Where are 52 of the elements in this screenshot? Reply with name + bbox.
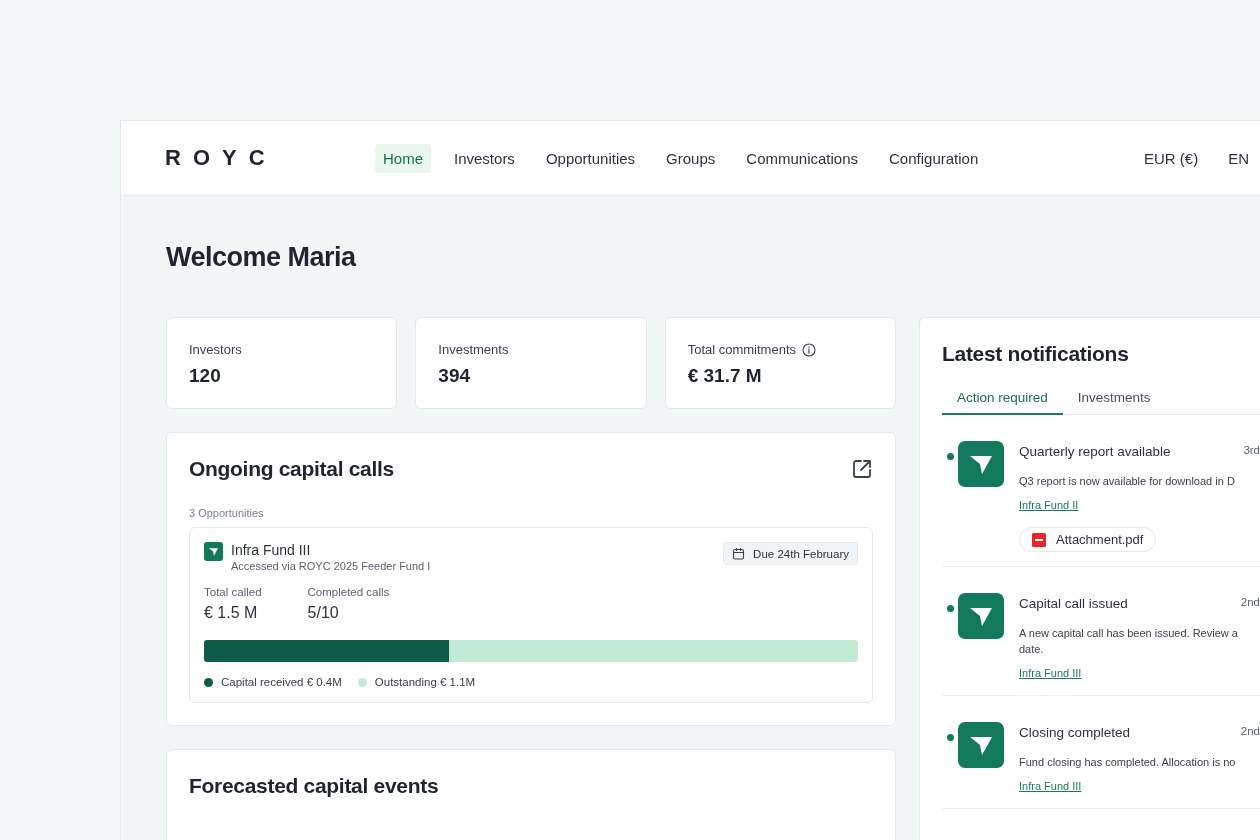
notification-title: Capital call issued [1019, 596, 1128, 611]
fund-access: Accessed via ROYC 2025 Feeder Fund I [231, 560, 431, 572]
notification-text: A new capital call has been issued. Review a date. [1019, 626, 1239, 657]
notification-date: 3rd [1243, 444, 1260, 458]
card-title: Ongoing capital calls [189, 457, 394, 481]
calendar-icon [732, 547, 746, 560]
fund-logo-icon [958, 722, 1004, 768]
attachment-chip[interactable]: Attachment.pdf [1019, 527, 1157, 552]
metric-label: Total called [204, 586, 262, 598]
notification-text: Fund closing has completed. Allocation is no [1019, 755, 1237, 770]
stat-label: Total commitments [687, 342, 797, 357]
card-title: Forecasted capital events [189, 774, 440, 798]
nav-link[interactable]: Communications [738, 143, 866, 173]
stat-label: Investors [189, 342, 242, 357]
notification-date: 2nd [1240, 725, 1260, 739]
fund-logo-icon [958, 441, 1004, 487]
stat-value: 394 [438, 365, 472, 387]
metric-label: Completed calls [307, 586, 390, 598]
stat-value: 120 [189, 365, 222, 387]
external-link-icon[interactable] [851, 458, 873, 480]
page-title: Welcome Maria [166, 242, 358, 273]
notification-tab[interactable]: Action required [942, 386, 1063, 415]
legend-label: Capital received € 0.4M [221, 676, 342, 688]
notification-date: 2nd [1240, 596, 1260, 610]
notification-title: Quarterly report available [1019, 444, 1171, 459]
fund-link[interactable]: Infra Fund II [1019, 499, 1079, 511]
notification-tab[interactable]: Investments [1062, 386, 1166, 415]
fund-link[interactable]: Infra Fund III [1019, 667, 1082, 679]
stat-label: Investments [438, 342, 509, 357]
capital-call-card[interactable]: Infra Fund III Accessed via ROYC 2025 Feeder Fund I Due 24th February Total called € 1.5 M Completed calls 5/10 Capital received € 0.4M Outstanding € 1.1M [189, 527, 873, 703]
nav-link[interactable]: Investors [446, 143, 523, 173]
fund-link[interactable]: Infra Fund III [1019, 780, 1082, 792]
stat-value: € 31.7 M [687, 365, 763, 387]
metric-value: € 1.5 M [204, 604, 259, 622]
fund-logo-icon [958, 593, 1004, 639]
nav-link[interactable]: Opportunities [537, 143, 644, 173]
logo: ROYC [165, 145, 278, 171]
nav-link[interactable]: Home [375, 143, 431, 173]
currency-selector[interactable]: EUR (€) [1144, 149, 1199, 167]
panel-title: Latest notifications [942, 342, 1130, 366]
opportunity-count: 3 Opportunities [189, 507, 265, 519]
metric-value: 5/10 [307, 604, 340, 622]
notification-title: Closing completed [1019, 725, 1131, 740]
language-selector[interactable]: EN [1228, 149, 1249, 167]
pdf-icon [1032, 532, 1046, 547]
due-date: Due 24th February [753, 547, 849, 560]
fund-name: Infra Fund III [231, 542, 312, 558]
legend-label: Outstanding € 1.1M [374, 676, 476, 688]
nav-link[interactable]: Configuration [881, 143, 987, 173]
fund-logo-icon [204, 542, 223, 561]
notification-text: Q3 report is now available for download in D [1019, 474, 1236, 489]
nav-link[interactable]: Groups [658, 143, 724, 173]
